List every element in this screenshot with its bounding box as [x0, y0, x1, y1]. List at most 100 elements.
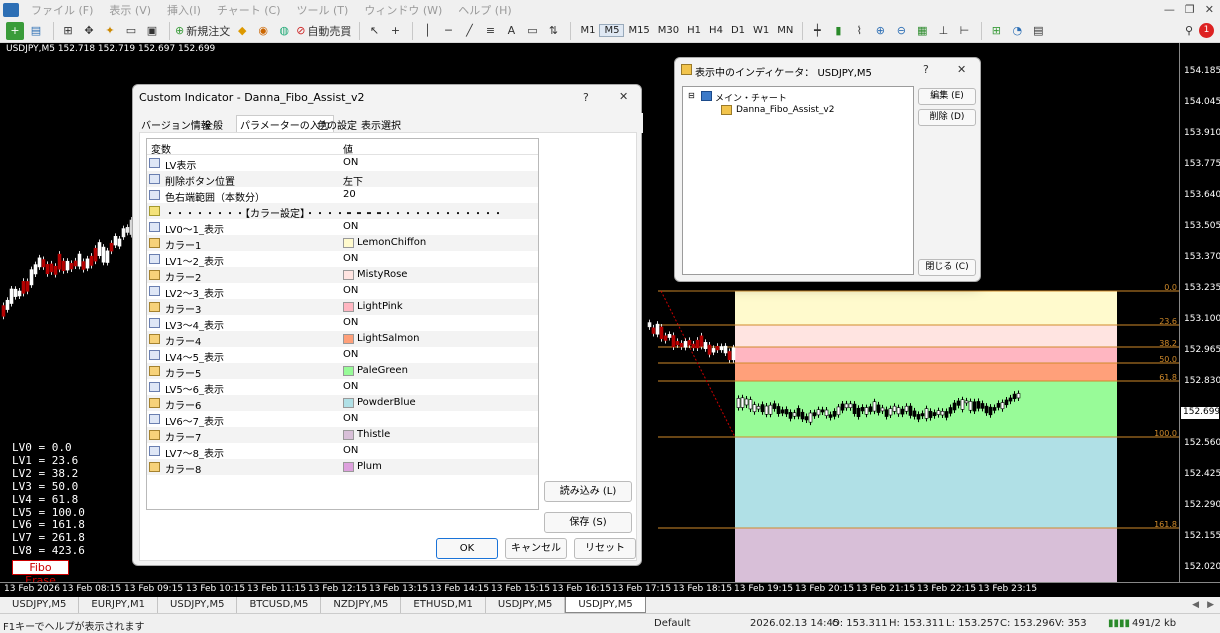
- timeframe-h1[interactable]: H1: [683, 25, 705, 36]
- parameter-row[interactable]: LV0〜1_表示 ON: [147, 219, 538, 236]
- menu-tools[interactable]: ツール (T): [289, 2, 357, 18]
- timeframe-w1[interactable]: W1: [749, 25, 773, 36]
- horizontal-line-icon[interactable]: ─: [439, 22, 457, 40]
- parameter-row[interactable]: カラー4 LightSalmon: [147, 331, 538, 348]
- parameter-value[interactable]: ON: [343, 349, 358, 360]
- tree-item-indicator[interactable]: Danna_Fibo_Assist_v2: [736, 105, 834, 115]
- timeframe-m5[interactable]: M5: [599, 24, 625, 37]
- close-icon[interactable]: ✕: [1205, 3, 1214, 16]
- navigator-icon[interactable]: ✦: [101, 22, 119, 40]
- auto-trade-button[interactable]: ⊘ 自動売買: [296, 22, 351, 40]
- tab-version[interactable]: バージョン情報: [141, 117, 211, 132]
- parameter-value[interactable]: Plum: [357, 461, 382, 472]
- parameter-row[interactable]: LV3〜4_表示 ON: [147, 315, 538, 332]
- new-order-button[interactable]: ⊕ 新規注文: [175, 22, 230, 40]
- parameter-row[interactable]: カラー2 MistyRose: [147, 267, 538, 284]
- help-icon[interactable]: ?: [923, 63, 929, 76]
- text-icon[interactable]: A: [502, 22, 520, 40]
- tile-windows-icon[interactable]: ▦: [913, 22, 931, 40]
- parameter-value[interactable]: ON: [343, 381, 358, 392]
- close-icon[interactable]: ✕: [957, 63, 966, 76]
- ok-button[interactable]: OK: [436, 538, 498, 559]
- shapes-icon[interactable]: ⇅: [544, 22, 562, 40]
- parameter-row[interactable]: LV表示 ON: [147, 155, 538, 172]
- tab-scroll-left-icon[interactable]: ◀: [1192, 597, 1199, 613]
- indicator-tree[interactable]: ⊟ メイン・チャート Danna_Fibo_Assist_v2: [682, 86, 914, 275]
- crosshair-icon[interactable]: +: [386, 22, 404, 40]
- line-chart-icon[interactable]: ⌇: [850, 22, 868, 40]
- parameter-value[interactable]: ・・・・・・・・・・・・・・・・: [343, 205, 503, 220]
- symbol-tab[interactable]: EURJPY,M1: [79, 597, 159, 613]
- menu-view[interactable]: 表示 (V): [101, 2, 159, 18]
- symbol-tab[interactable]: USDJPY,M5: [486, 597, 566, 613]
- menu-file[interactable]: ファイル (F): [23, 2, 101, 18]
- parameter-value[interactable]: ON: [343, 445, 358, 456]
- tab-general[interactable]: 全般: [203, 117, 223, 132]
- parameter-row[interactable]: 削除ボタン位置 左下: [147, 171, 538, 188]
- chart-shift-icon[interactable]: ⊥: [934, 22, 952, 40]
- menu-insert[interactable]: 挿入(I): [159, 2, 209, 18]
- tester-icon[interactable]: ▣: [143, 22, 161, 40]
- parameter-row[interactable]: LV2〜3_表示 ON: [147, 283, 538, 300]
- symbol-tab[interactable]: USDJPY,M5: [0, 597, 80, 613]
- edit-button[interactable]: 編集 (E): [918, 88, 976, 105]
- autoscroll-icon[interactable]: ⊢: [955, 22, 973, 40]
- parameter-row[interactable]: カラー6 PowderBlue: [147, 395, 538, 412]
- parameter-value[interactable]: ON: [343, 157, 358, 168]
- menu-chart[interactable]: チャート (C): [209, 2, 289, 18]
- reset-button[interactable]: リセット: [574, 538, 636, 559]
- zoom-in-icon[interactable]: ⊕: [871, 22, 889, 40]
- menu-help[interactable]: ヘルプ (H): [450, 2, 519, 18]
- timeframe-m15[interactable]: M15: [624, 25, 653, 36]
- parameter-value[interactable]: ON: [343, 413, 358, 424]
- parameter-row[interactable]: カラー5 PaleGreen: [147, 363, 538, 380]
- candle-chart-icon[interactable]: ▮: [829, 22, 847, 40]
- timeframe-m30[interactable]: M30: [654, 25, 683, 36]
- parameters-table[interactable]: 変数 値 LV表示 ON 削除ボタン位置 左下 色右端範囲（本数分） 20 ・・・・・・・・…: [146, 138, 539, 510]
- delete-button[interactable]: 削除 (D): [918, 109, 976, 126]
- parameter-row[interactable]: 色右端範囲（本数分） 20: [147, 187, 538, 204]
- parameter-row[interactable]: LV7〜8_表示 ON: [147, 443, 538, 460]
- market-watch-icon[interactable]: ⊞: [59, 22, 77, 40]
- parameter-value[interactable]: MistyRose: [357, 269, 407, 280]
- timeframe-h4[interactable]: H4: [705, 25, 727, 36]
- channel-icon[interactable]: ≡: [481, 22, 499, 40]
- tree-collapse-icon[interactable]: ⊟: [688, 91, 695, 100]
- parameter-value[interactable]: PaleGreen: [357, 365, 408, 376]
- timeframe-m1[interactable]: M1: [576, 25, 599, 36]
- save-button[interactable]: 保存 (S): [544, 512, 632, 533]
- periods-icon[interactable]: ◔: [1008, 22, 1026, 40]
- cursor-icon[interactable]: ↖: [365, 22, 383, 40]
- parameter-row[interactable]: カラー3 LightPink: [147, 299, 538, 316]
- help-icon[interactable]: ?: [583, 91, 589, 104]
- bar-chart-icon[interactable]: ┿: [808, 22, 826, 40]
- market-icon[interactable]: ◉: [254, 22, 272, 40]
- menu-window[interactable]: ウィンドウ (W): [356, 2, 450, 18]
- parameter-value[interactable]: ON: [343, 285, 358, 296]
- symbol-tab[interactable]: ETHUSD,M1: [401, 597, 486, 613]
- parameter-row[interactable]: ・・・・・・・・【カラー設定】・・・・・・・・ ・・・・・・・・・・・・・・・・: [147, 203, 538, 220]
- tab-colors[interactable]: 色の設定: [317, 117, 357, 132]
- parameter-value[interactable]: ON: [343, 317, 358, 328]
- zoom-out-icon[interactable]: ⊖: [892, 22, 910, 40]
- profiles-icon[interactable]: ▤: [27, 22, 45, 40]
- tab-visualization[interactable]: 表示選択: [361, 117, 401, 132]
- symbol-tab[interactable]: USDJPY,M5: [158, 597, 238, 613]
- parameter-value[interactable]: LemonChiffon: [357, 237, 426, 248]
- parameter-row[interactable]: カラー8 Plum: [147, 459, 538, 476]
- parameter-row[interactable]: LV6〜7_表示 ON: [147, 411, 538, 428]
- parameter-value[interactable]: Thistle: [357, 429, 390, 440]
- vertical-line-icon[interactable]: │: [418, 22, 436, 40]
- parameter-value[interactable]: ON: [343, 221, 358, 232]
- load-button[interactable]: 読み込み (L): [544, 481, 632, 502]
- parameter-value[interactable]: LightSalmon: [357, 333, 419, 344]
- parameter-value[interactable]: PowderBlue: [357, 397, 416, 408]
- minimize-icon[interactable]: —: [1164, 3, 1175, 16]
- notification-badge[interactable]: 1: [1199, 23, 1214, 38]
- parameter-row[interactable]: LV1〜2_表示 ON: [147, 251, 538, 268]
- label-icon[interactable]: ▭: [523, 22, 541, 40]
- parameter-row[interactable]: カラー7 Thistle: [147, 427, 538, 444]
- parameter-row[interactable]: LV4〜5_表示 ON: [147, 347, 538, 364]
- data-window-icon[interactable]: ✥: [80, 22, 98, 40]
- parameter-value[interactable]: 20: [343, 189, 356, 200]
